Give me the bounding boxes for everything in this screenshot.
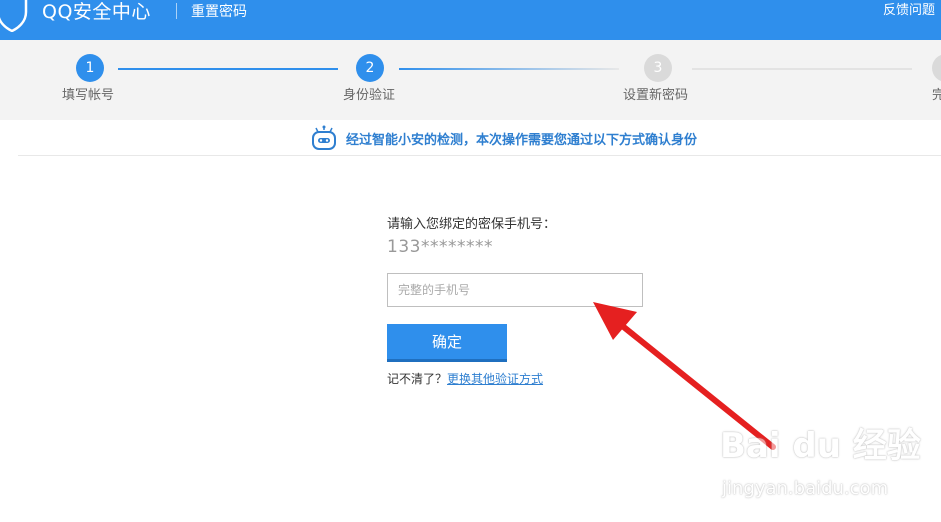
watermark-logo: Bai du 经验 [720,426,921,466]
step-line-1 [118,68,338,70]
top-header: QQ安全中心 重置密码 反馈问题 [0,0,941,40]
confirm-button[interactable]: 确定 [387,324,507,362]
page-subtitle: 重置密码 [191,4,247,20]
forgot-prefix: 记不清了？ [387,372,448,386]
header-divider [176,3,177,19]
shield-logo-icon [0,0,28,32]
feedback-link[interactable]: 反馈问题 [883,2,935,20]
baidu-watermark: Bai du 经验 jingyan.baidu.com [720,418,940,508]
step-4-circle: 4 [932,54,941,82]
step-2-label: 身份验证 [343,88,396,103]
forgot-row: 记不清了？更换其他验证方式 [387,370,543,387]
robot-icon [312,125,336,150]
progress-steps: 1 填写帐号 2 身份验证 3 设置新密码 4 完 [0,40,941,120]
brand-title[interactable]: QQ安全中心 [42,0,151,24]
step-4-label: 完 [932,88,941,103]
section-divider [18,155,941,156]
security-notice: 经过智能小安的检测，本次操作需要您通过以下方式确认身份 [310,124,697,152]
step-3-circle: 3 [644,54,672,82]
step-1-circle: 1 [76,54,104,82]
step-2-circle: 2 [356,54,384,82]
masked-phone: 133******** [387,237,493,257]
step-line-3 [692,68,912,70]
step-3-label: 设置新密码 [623,88,689,103]
step-line-2 [399,68,619,70]
phone-prompt: 请输入您绑定的密保手机号： [387,217,557,232]
watermark-url: jingyan.baidu.com [722,478,889,499]
change-verify-method-link[interactable]: 更换其他验证方式 [447,372,543,386]
step-1-label: 填写帐号 [62,88,115,103]
notice-text: 经过智能小安的检测，本次操作需要您通过以下方式确认身份 [346,132,698,148]
